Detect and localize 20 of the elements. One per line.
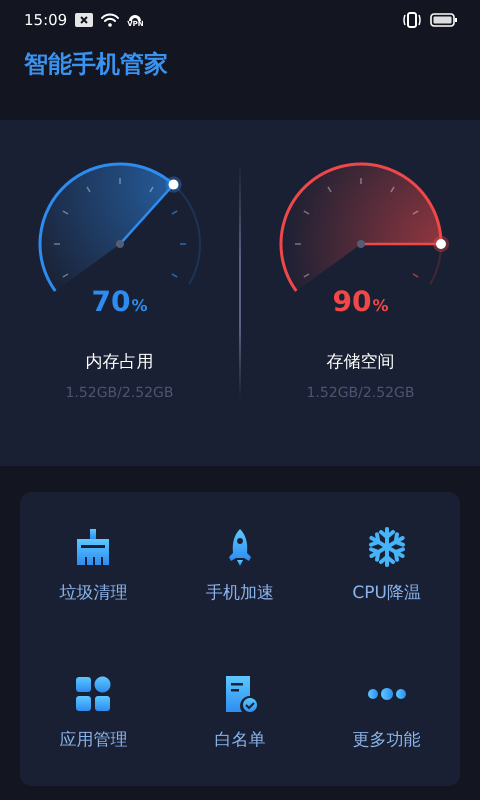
tool-button[interactable]: CPU降温 [313,492,460,639]
tool-button[interactable]: 白名单 [166,639,314,786]
usage-detail: 1.52GB/2.52GB [306,385,414,401]
wifi-icon [101,13,120,27]
usage-detail: 1.52GB/2.52GB [66,385,174,401]
usage-percent: 90% [332,286,388,320]
apps-grid-icon [73,674,114,714]
tool-button[interactable]: 垃圾清理 [20,492,167,639]
vibrate-icon [402,12,422,28]
gauge-label: 存储空间 [326,351,394,373]
gauge-label: 内存占用 [86,351,154,373]
app-title: 智能手机管家 [24,49,168,80]
tool-button[interactable]: 手机加速 [166,492,314,639]
usage-percent: 70% [92,286,148,320]
tool-button[interactable]: 应用管理 [20,639,167,786]
status-time: 15:09 [24,11,68,29]
tool-button[interactable]: 更多功能 [313,639,460,786]
battery-icon [430,13,458,27]
notification-icon [75,13,94,27]
snowflake-icon [366,527,407,567]
